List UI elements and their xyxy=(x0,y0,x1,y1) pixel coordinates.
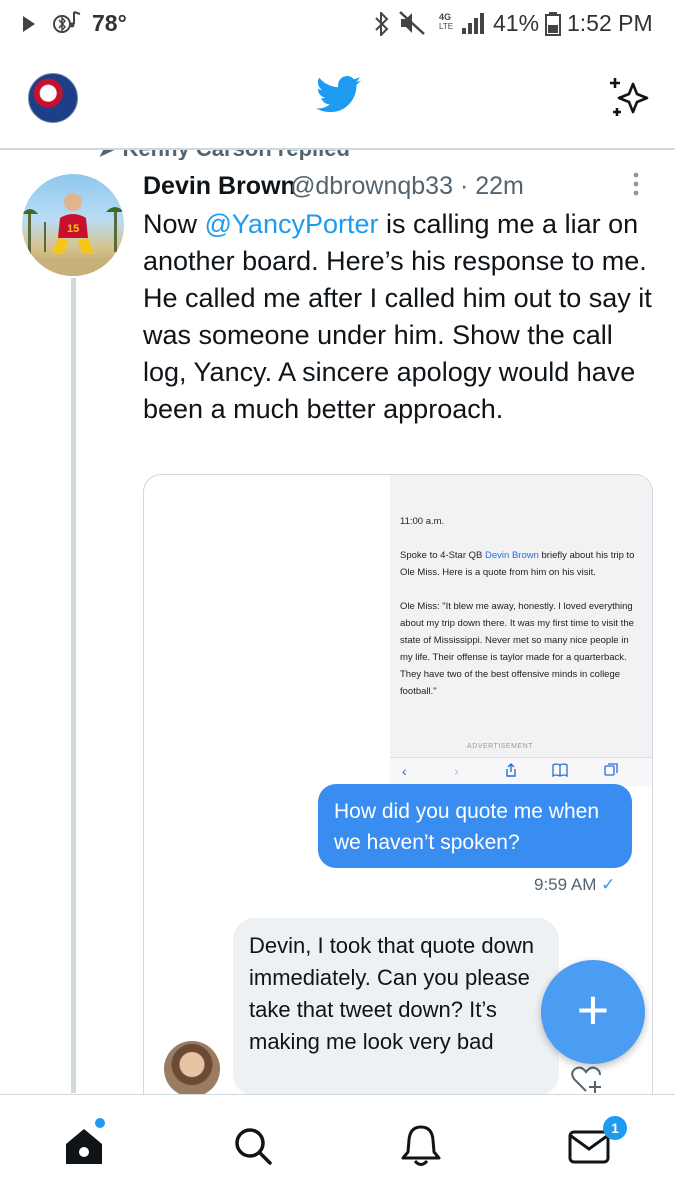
message-timestamp: 9:59 AM ✓ xyxy=(534,875,616,894)
author-name[interactable]: Devin Brown xyxy=(143,172,296,201)
browser-toolbar: ‹ › xyxy=(390,757,652,786)
network-4g-icon: 4G LTE xyxy=(438,10,492,42)
thread-line xyxy=(71,278,76,1093)
home-notification-dot xyxy=(95,1118,105,1128)
mention-link[interactable]: @YancyPorter xyxy=(205,209,379,239)
article-paragraph-2: Ole Miss: "It blew me away, honestly. I … xyxy=(400,601,634,697)
search-icon[interactable] xyxy=(231,1124,275,1173)
article-screenshot: 11:00 a.m. Spoke to 4-Star QB Devin Brow… xyxy=(390,475,652,786)
meta-separator: · xyxy=(459,172,469,200)
account-avatar[interactable] xyxy=(28,73,78,123)
incoming-message: Devin, I took that quote down immediatel… xyxy=(233,918,559,1096)
bluetooth-music-icon xyxy=(52,10,82,40)
clock: 1:52 PM xyxy=(567,10,653,36)
advertisement-label: ADVERTISEMENT xyxy=(467,743,533,750)
outgoing-message: How did you quote me when we haven’t spo… xyxy=(318,784,632,868)
forward-icon: › xyxy=(454,763,459,779)
svg-text:4G: 4G xyxy=(439,12,451,22)
compose-tweet-button[interactable]: + xyxy=(541,960,645,1064)
mute-icon xyxy=(398,10,426,42)
status-bar: 78° 4G LTE 41% 1:52 PM xyxy=(0,0,675,48)
back-icon: ‹ xyxy=(402,763,407,779)
messages-badge: 1 xyxy=(603,1116,627,1140)
battery-percent: 41% xyxy=(493,10,540,36)
article-paragraph-1: Spoke to 4-Star QB Devin Brown briefly a… xyxy=(400,550,635,578)
bluetooth-icon xyxy=(374,10,390,42)
compose-plus-icon: + xyxy=(576,978,610,1041)
more-options-icon[interactable] xyxy=(626,170,646,200)
reply-arrow-icon: ➤ xyxy=(98,150,123,160)
svg-text:15: 15 xyxy=(67,223,79,235)
sparkle-icon[interactable] xyxy=(605,74,653,127)
author-meta: @dbrownqb33 · 22m xyxy=(290,172,524,201)
tweet-text-after: is calling me a liar on another board. H… xyxy=(143,209,652,424)
twitter-bird-icon[interactable] xyxy=(316,76,362,119)
article-time: 11:00 a.m. xyxy=(400,516,445,527)
home-icon[interactable] xyxy=(62,1124,106,1173)
share-icon xyxy=(504,763,518,780)
temperature: 78° xyxy=(92,10,127,36)
tabs-icon xyxy=(604,763,618,780)
sender-avatar xyxy=(164,1041,220,1097)
author-handle[interactable]: @dbrownqb33 xyxy=(290,172,453,200)
tweet-text: Now @YancyPorter is calling me a liar on… xyxy=(143,206,653,428)
article-text: 11:00 a.m. Spoke to 4-Star QB Devin Brow… xyxy=(400,513,638,717)
battery-icon xyxy=(545,12,561,42)
svg-text:LTE: LTE xyxy=(439,22,453,31)
profile-picture[interactable]: 15 xyxy=(22,174,124,276)
play-icon xyxy=(22,12,36,39)
bookmarks-icon xyxy=(552,763,568,780)
reply-context-text: Kenny Carson replied xyxy=(123,150,350,160)
reply-context: ➤ Kenny Carson replied xyxy=(0,150,675,160)
tweet-age: 22m xyxy=(475,172,524,200)
notifications-bell-icon[interactable] xyxy=(399,1122,443,1173)
tweet-text-before: Now xyxy=(143,209,205,239)
article-link: Devin Brown xyxy=(485,550,539,561)
read-check-icon: ✓ xyxy=(601,875,616,894)
